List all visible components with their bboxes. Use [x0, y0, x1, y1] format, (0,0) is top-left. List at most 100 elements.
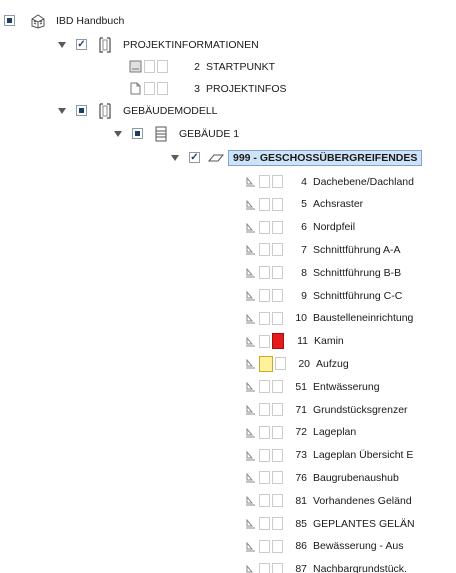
plan-item[interactable]: 6 Nordpfeil — [244, 218, 355, 237]
node-number: 20 — [298, 357, 310, 370]
status-square — [272, 243, 283, 257]
plan-item[interactable]: 81 Vorhandenes Geländ — [244, 491, 412, 510]
plan-document-icon — [246, 450, 255, 461]
plan-item[interactable]: 76 Baugrubenaushub — [244, 468, 399, 487]
status-square — [259, 197, 270, 211]
status-square — [144, 82, 155, 95]
status-square — [259, 539, 270, 553]
plan-item[interactable]: 72 Lageplan — [244, 423, 356, 442]
plan-item[interactable]: 87 Nachbargrundstück. — [244, 560, 407, 573]
plan-item[interactable]: 7 Schnittführung A-A — [244, 240, 401, 259]
node-number: 73 — [295, 449, 307, 462]
gebaeude-label: GEBÄUDE 1 — [179, 127, 240, 140]
building-model-icon — [31, 13, 45, 29]
tree-node-gebaeudemodell[interactable]: GEBÄUDEMODELL — [57, 101, 218, 120]
plan-document-icon — [246, 564, 254, 573]
plan-item[interactable]: 4 Dachebene/Dachland — [244, 172, 414, 191]
tree-node-projektinformationen[interactable]: PROJEKTINFORMATIONEN — [57, 35, 259, 54]
status-square — [272, 403, 283, 416]
plan-document-icon — [246, 404, 255, 415]
node-label: Lageplan Übersicht E — [313, 449, 414, 462]
plan-item[interactable]: 71 Grundstücksgrenzer — [244, 400, 408, 419]
status-square — [259, 380, 270, 394]
project-tree: IBD Handbuch PROJEKTINFORMATIONEN 2 STAR… — [0, 0, 456, 573]
status-square — [259, 289, 270, 302]
status-square — [144, 60, 155, 73]
status-square — [259, 494, 270, 508]
node-label: Schnittführung B-B — [313, 266, 402, 279]
node-number: 8 — [301, 266, 307, 279]
node-label: PROJEKTINFOS — [206, 82, 287, 95]
plan-document-icon — [246, 267, 255, 278]
node-number: 10 — [295, 312, 307, 325]
node-label: Schnittführung C-C — [313, 289, 403, 302]
node-label: Nachbargrundstück. — [313, 563, 407, 573]
status-square — [272, 425, 283, 439]
status-square — [157, 60, 168, 73]
status-square — [272, 311, 283, 325]
plan-document-icon — [246, 541, 255, 552]
plan-item[interactable]: 86 Bewässerung - Aus — [244, 537, 403, 556]
node-label: Dachebene/Dachland — [313, 175, 414, 188]
plan-document-icon — [246, 199, 255, 210]
expand-toggle[interactable] — [113, 124, 123, 143]
node-number: 9 — [301, 289, 307, 302]
plan-item[interactable]: 9 Schnittführung C-C — [244, 286, 402, 305]
plan-item[interactable]: 10 Baustelleneinrichtung — [244, 309, 413, 328]
status-square — [259, 266, 270, 280]
status-square — [259, 448, 270, 462]
status-square — [259, 562, 270, 573]
projekt-label: PROJEKTINFORMATIONEN — [123, 38, 259, 51]
plan-item[interactable]: 20 Aufzug — [244, 354, 349, 373]
node-number: 5 — [301, 198, 307, 211]
node-number: 71 — [295, 403, 307, 416]
node-label: Bewässerung - Aus — [313, 540, 404, 553]
projekt-checkbox[interactable] — [76, 39, 87, 50]
node-number: 87 — [295, 563, 307, 573]
plan-document-icon — [246, 336, 255, 347]
node-label: Achsraster — [313, 198, 364, 211]
root-checkbox[interactable] — [4, 15, 15, 26]
node-number: 76 — [295, 471, 307, 484]
node-label: Baustelleneinrichtung — [313, 312, 414, 325]
tree-node-gebaeude-1[interactable]: GEBÄUDE 1 — [113, 124, 239, 143]
node-label: Schnittführung A-A — [313, 243, 401, 256]
status-square — [259, 517, 270, 530]
node-label: Nordpfeil — [313, 221, 356, 234]
expand-toggle[interactable] — [57, 35, 67, 54]
plan-document-icon — [246, 427, 255, 438]
tree-node-projektinfos[interactable]: 3 PROJEKTINFOS — [129, 79, 287, 98]
status-square — [259, 175, 270, 188]
expand-toggle[interactable] — [57, 101, 67, 120]
plan-document-icon — [246, 381, 255, 392]
geschoss-checkbox[interactable] — [189, 152, 200, 163]
status-square — [275, 357, 286, 371]
node-label: Vorhandenes Geländ — [313, 494, 412, 507]
gebaeude-checkbox[interactable] — [132, 128, 143, 139]
plan-item[interactable]: 5 Achsraster — [244, 195, 363, 214]
node-number: 81 — [295, 494, 307, 507]
plan-item[interactable]: 51 Entwässerung — [244, 377, 380, 396]
node-number: 4 — [301, 175, 307, 188]
node-number: 6 — [301, 221, 307, 234]
plan-item[interactable]: 73 Lageplan Übersicht E — [244, 446, 413, 465]
tree-node-startpunkt[interactable]: 2 STARTPUNKT — [129, 57, 275, 76]
plan-item[interactable]: 85 GEPLANTES GELÄN — [244, 514, 415, 533]
status-square — [272, 448, 283, 462]
status-square — [272, 494, 283, 508]
plan-document-icon — [246, 359, 255, 369]
node-label: Baugrubenaushub — [313, 471, 399, 484]
plan-item[interactable]: 11 Kamin — [244, 332, 344, 351]
tree-node-root[interactable]: IBD Handbuch — [4, 11, 124, 30]
gebaeudemodell-checkbox[interactable] — [76, 105, 87, 116]
floor-plane-icon — [208, 154, 224, 161]
plan-item[interactable]: 8 Schnittführung B-B — [244, 263, 401, 282]
gebaeudemodell-label: GEBÄUDEMODELL — [123, 104, 218, 117]
node-label: GEPLANTES GELÄN — [313, 517, 415, 530]
expand-toggle[interactable] — [170, 148, 180, 167]
tree-node-geschoss[interactable]: 999 - GESCHOSSÜBERGREIFENDES — [170, 148, 423, 167]
node-label: Kamin — [314, 335, 344, 348]
node-number: 7 — [301, 243, 307, 256]
status-square — [272, 380, 283, 394]
node-number: 2 — [194, 60, 200, 73]
